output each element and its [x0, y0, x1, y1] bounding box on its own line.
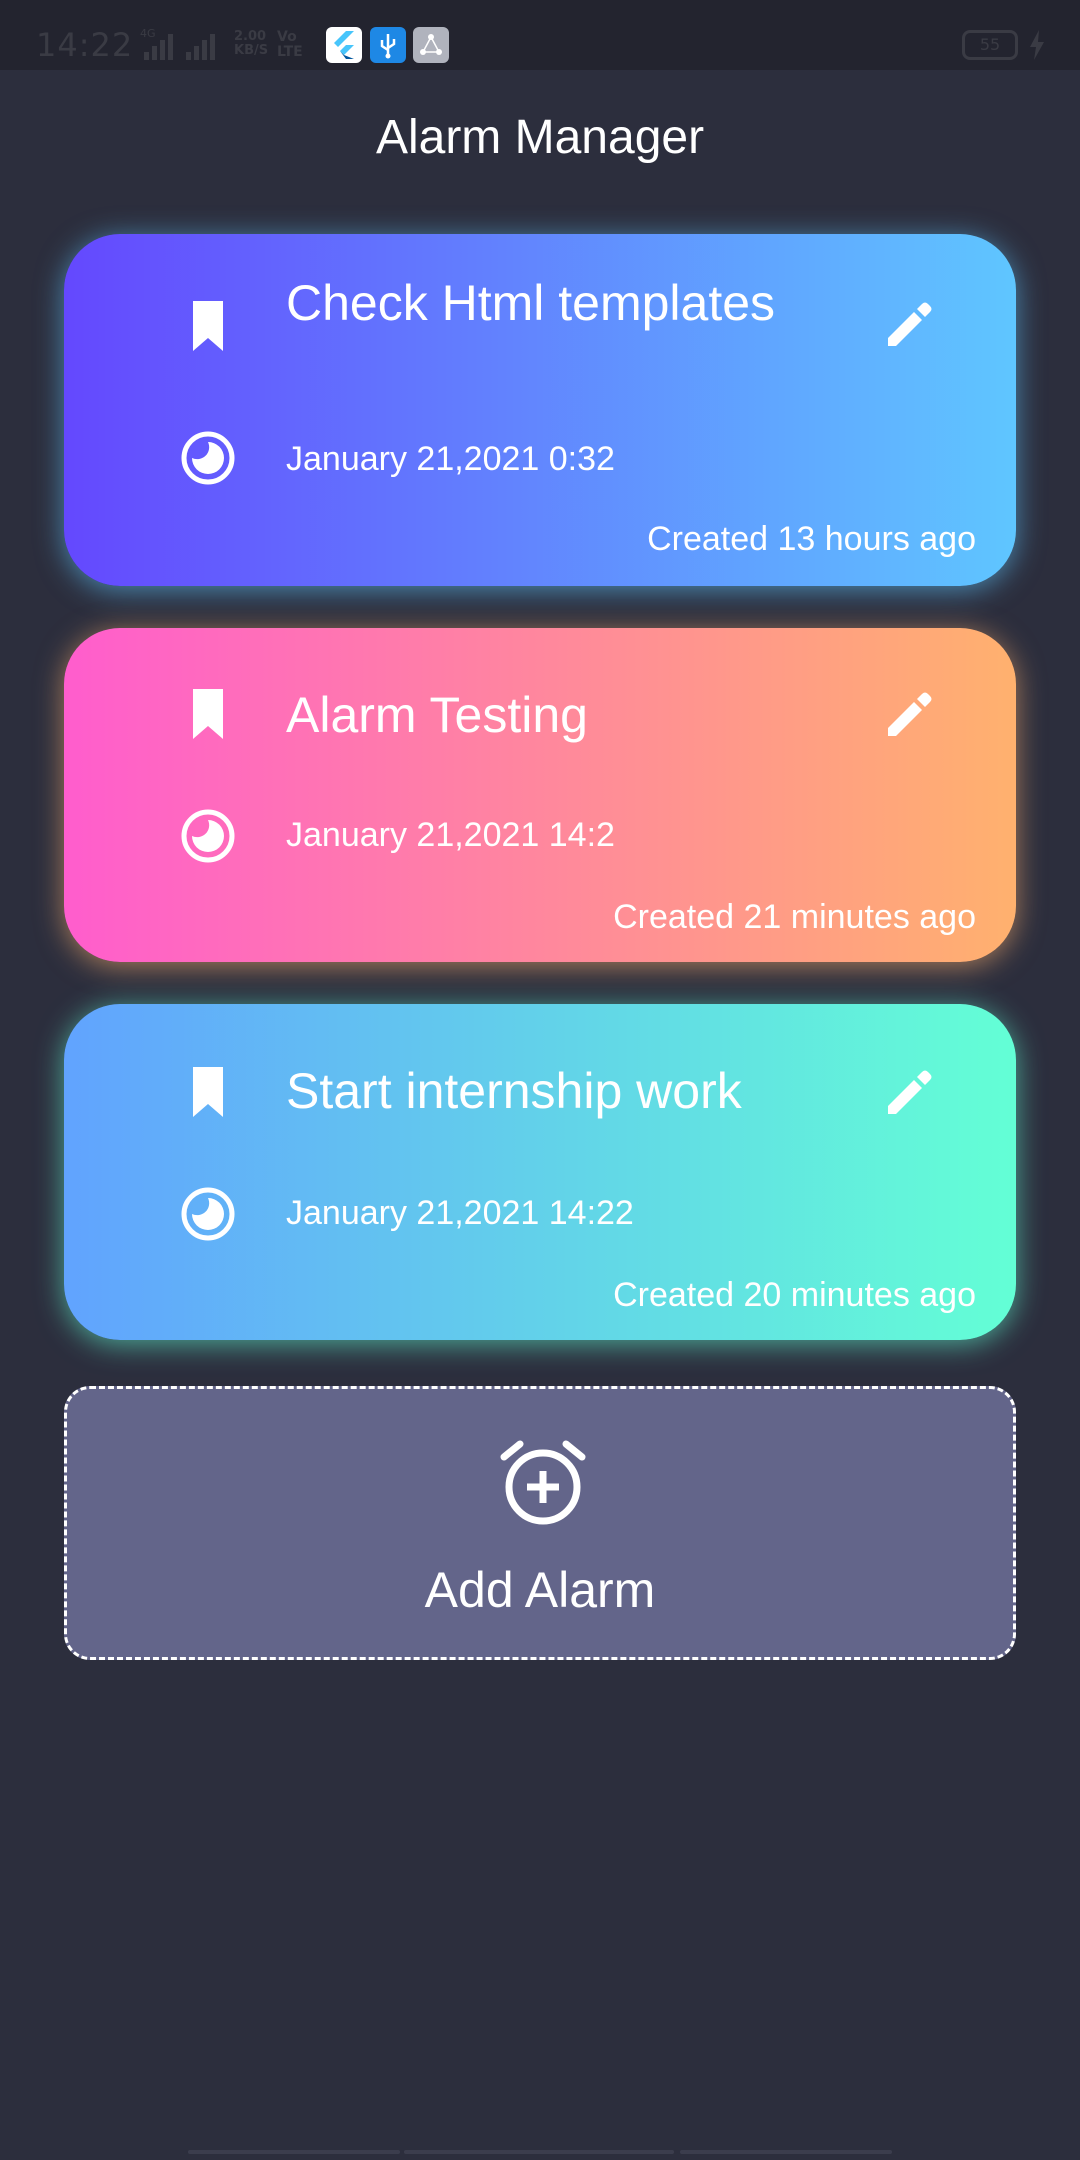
alarm-datetime: January 21,2021 14:22 [286, 1194, 634, 1232]
clock-icon [181, 1187, 235, 1241]
charging-icon [1030, 30, 1044, 60]
status-time: 14:22 [36, 26, 134, 64]
bookmark-icon [193, 1067, 223, 1117]
edit-icon[interactable] [880, 684, 940, 744]
add-alarm-button[interactable]: Add Alarm [64, 1386, 1016, 1660]
bookmark-icon [193, 689, 223, 739]
page-title: Alarm Manager [375, 111, 705, 164]
alarm-title: Start internship work [286, 1063, 742, 1119]
alarm-created: Created 21 minutes ago [613, 898, 976, 936]
flutter-app-icon [326, 27, 362, 63]
add-alarm-icon [500, 1440, 586, 1525]
signal-icon: 4G [140, 28, 180, 60]
alarm-title: Check Html templates [286, 275, 776, 331]
screen: 14:22 4G 2.00 KB/S Vo LTE 55 Alarm Manag… [0, 0, 1080, 2160]
volte-indicator: Vo LTE [277, 29, 303, 60]
add-alarm-label: Add Alarm [424, 1562, 656, 1618]
alarm-card[interactable]: Check Html templates January 21,2021 0:3… [64, 234, 1016, 586]
alarm-card[interactable]: Start internship work January 21,2021 14… [64, 1004, 1016, 1340]
bookmark-icon [193, 301, 223, 351]
clock-icon [181, 809, 235, 863]
signal-2-icon [186, 28, 226, 60]
alarm-datetime: January 21,2021 14:2 [286, 816, 615, 854]
alarm-title: Alarm Testing [286, 687, 588, 743]
share-app-icon [413, 27, 449, 63]
alarm-datetime: January 21,2021 0:32 [286, 440, 615, 478]
nav-hint-right [680, 2150, 892, 2154]
edit-icon[interactable] [880, 294, 940, 354]
nav-hint-center [404, 2150, 674, 2154]
alarm-created: Created 20 minutes ago [613, 1276, 976, 1314]
clock-icon [181, 431, 235, 485]
usb-icon [370, 27, 406, 63]
status-bar: 14:22 4G 2.00 KB/S Vo LTE 55 [0, 0, 1080, 70]
network-speed: 2.00 KB/S [234, 29, 269, 58]
alarm-created: Created 13 hours ago [647, 520, 976, 558]
edit-icon[interactable] [880, 1062, 940, 1122]
network-type: 4G [140, 27, 156, 40]
nav-hint-left [188, 2150, 400, 2154]
battery-indicator: 55 [962, 30, 1018, 60]
alarm-card[interactable]: Alarm Testing January 21,2021 14:2 Creat… [64, 628, 1016, 962]
